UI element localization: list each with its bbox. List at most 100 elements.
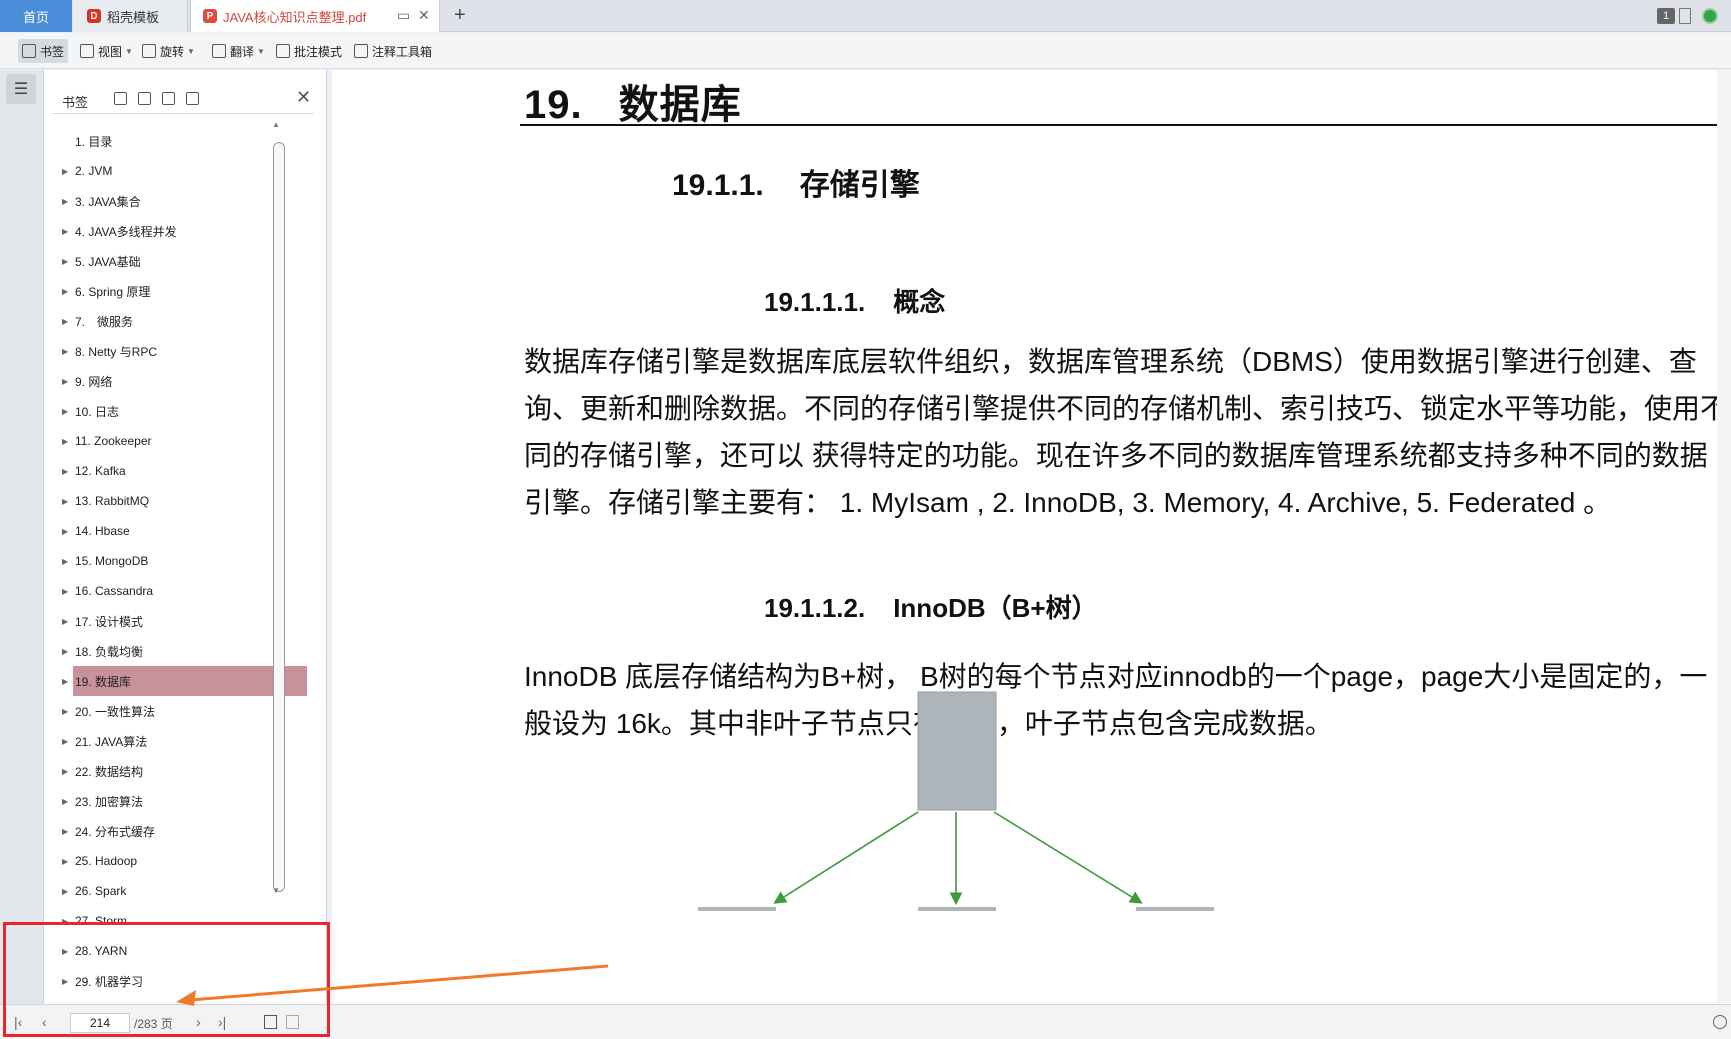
expand-arrow-icon[interactable]: ▶ [62,767,68,776]
tab-templates-label: 稻壳模板 [107,9,160,25]
rotate-button-label: 旋转 [160,44,185,59]
bookmark-item[interactable]: ▶ 14. Hbase [52,516,307,546]
expand-arrow-icon[interactable]: ▶ [62,857,68,866]
bookmark-item[interactable]: ▶ 18. 负载均衡 [52,636,307,666]
btree-root-node [917,691,997,811]
expand-arrow-icon[interactable]: ▶ [62,347,68,356]
window-count-badge[interactable]: 1 [1657,8,1675,24]
expand-arrow-icon[interactable]: ▶ [62,617,68,626]
expand-arrow-icon[interactable]: ▶ [62,737,68,746]
bookmark-item[interactable]: ▶ 24. 分布式缓存 [52,816,307,846]
expand-arrow-icon[interactable]: ▶ [62,887,68,896]
status-icon[interactable] [1713,1015,1727,1029]
expand-arrow-icon[interactable]: ▶ [62,377,68,386]
expand-arrow-icon[interactable]: ▶ [62,467,68,476]
expand-arrow-icon[interactable]: ▶ [62,557,68,566]
chevron-down-icon: ▼ [187,46,195,56]
bookmark-item[interactable]: ▶ 22. 数据结构 [52,756,307,786]
bookmark-item[interactable]: ▶ 26. Spark [52,876,307,906]
bookmark-item[interactable]: ▶ 15. MongoDB [52,546,307,576]
expand-arrow-icon[interactable]: ▶ [62,167,68,176]
bookmark-item[interactable]: 1. 目录 [52,126,307,156]
close-icon[interactable]: ✕ [296,87,311,108]
bookmark-item-label: 22. 数据结构 [75,764,144,779]
bookmark-button[interactable]: 书签 [18,39,69,63]
bookmark-panel-toggle[interactable]: ☰ [6,74,36,104]
translate-button[interactable]: 翻译 ▼ [208,39,269,63]
annotation-tools-label: 注释工具箱 [372,44,433,59]
bookmark-item-label: 8. Netty 与RPC [75,344,158,359]
tab-home[interactable]: 首页 [0,0,72,32]
bookmark-item[interactable]: ▶ 13. RabbitMQ [52,486,307,516]
rotate-button[interactable]: 旋转 ▼ [138,39,199,63]
bookmark-item-label: 15. MongoDB [75,554,149,568]
expand-arrow-icon[interactable]: ▶ [62,707,68,716]
view-button[interactable]: 视图 ▼ [76,39,137,63]
btree-edge-left [773,811,919,904]
annotate-icon [276,44,290,58]
bookmark-item[interactable]: ▶ 3. JAVA集合 [52,186,307,216]
bookmark-item-label: 21. JAVA算法 [75,734,148,749]
bookmark-item[interactable]: ▶ 25. Hadoop [52,846,307,876]
close-tab-icon[interactable]: ✕ [418,7,430,24]
bookmark-item[interactable]: ▶ 10. 日志 [52,396,307,426]
bookmark-item[interactable]: ▶ 21. JAVA算法 [52,726,307,756]
bookmark-icon [22,44,36,58]
bookmark-item[interactable]: ▶ 17. 设计模式 [52,606,307,636]
pin-tab-icon[interactable]: ▭ [397,7,410,24]
tab-templates[interactable]: D 稻壳模板 [73,0,188,32]
expand-arrow-icon[interactable]: ▶ [62,437,68,446]
bookmark-item-label: 11. Zookeeper [75,434,152,448]
expand-arrow-icon[interactable]: ▶ [62,257,68,266]
bookmark-panel-title: 书签 [62,95,89,110]
expand-all-icon[interactable] [114,92,127,105]
expand-arrow-icon[interactable]: ▶ [62,827,68,836]
expand-arrow-icon[interactable]: ▶ [62,527,68,536]
edit-bookmark-icon[interactable] [186,92,199,105]
bookmark-item[interactable]: ▶ 7. 微服务 [52,306,307,336]
expand-arrow-icon[interactable]: ▶ [62,317,68,326]
collapse-all-icon[interactable] [138,92,151,105]
bookmark-item[interactable]: ▶ 12. Kafka [52,456,307,486]
document-viewport[interactable]: 19. 数据库 19.1.1. 存储引擎 19.1.1.1. 概念 数据库存储引擎是数… [328,70,1731,1004]
expand-arrow-icon[interactable]: ▶ [62,587,68,596]
scroll-up-icon[interactable]: ▲ [272,120,280,129]
layout-icon[interactable] [1679,8,1691,24]
list-icon: ☰ [13,81,29,98]
scroll-down-icon[interactable]: ▼ [272,886,280,895]
bookmark-item-label: 10. 日志 [75,404,120,419]
expand-arrow-icon[interactable]: ▶ [62,227,68,236]
expand-arrow-icon[interactable]: ▶ [62,797,68,806]
document-page: 19. 数据库 19.1.1. 存储引擎 19.1.1.1. 概念 数据库存储引擎是数… [332,70,1731,1004]
annotate-mode-button[interactable]: 批注模式 [272,39,346,63]
bookmark-item-label: 6. Spring 原理 [75,284,151,299]
avatar[interactable] [1702,8,1718,24]
scrollbar-thumb[interactable] [273,142,285,892]
bookmark-item[interactable]: ▶ 5. JAVA基础 [52,246,307,276]
btree-edge-right [993,811,1143,904]
bookmark-item[interactable]: ▶ 20. 一致性算法 [52,696,307,726]
bookmark-item[interactable]: ▶ 11. Zookeeper [52,426,307,456]
expand-arrow-icon[interactable]: ▶ [62,647,68,656]
bookmark-item[interactable]: ▶ 6. Spring 原理 [52,276,307,306]
expand-arrow-icon[interactable]: ▶ [62,287,68,296]
left-rail: ☰ [0,70,44,1004]
bookmark-item[interactable]: ▶ 2. JVM [52,156,307,186]
expand-arrow-icon[interactable]: ▶ [62,497,68,506]
expand-arrow-icon[interactable]: ▶ [62,407,68,416]
bookmark-item[interactable]: ▶ 16. Cassandra [52,576,307,606]
bookmark-item[interactable]: ▶ 23. 加密算法 [52,786,307,816]
expand-arrow-icon[interactable]: ▶ [62,677,68,686]
new-tab-icon[interactable]: + [454,4,466,27]
pdf-file-icon: P [203,9,217,23]
annotation-tools-button[interactable]: 注释工具箱 [350,39,436,63]
view-button-label: 视图 [98,44,123,59]
bookmark-item[interactable]: ▶ 9. 网络 [52,366,307,396]
bookmark-item-label: 3. JAVA集合 [75,194,141,209]
expand-arrow-icon[interactable]: ▶ [62,197,68,206]
document-scrollbar[interactable] [1717,70,1731,1004]
bookmark-item[interactable]: ▶ 4. JAVA多线程并发 [52,216,307,246]
bookmark-item[interactable]: ▶ 8. Netty 与RPC [52,336,307,366]
add-bookmark-icon[interactable] [162,92,175,105]
bookmark-scrollbar[interactable]: ▲ ▼ [272,120,286,982]
